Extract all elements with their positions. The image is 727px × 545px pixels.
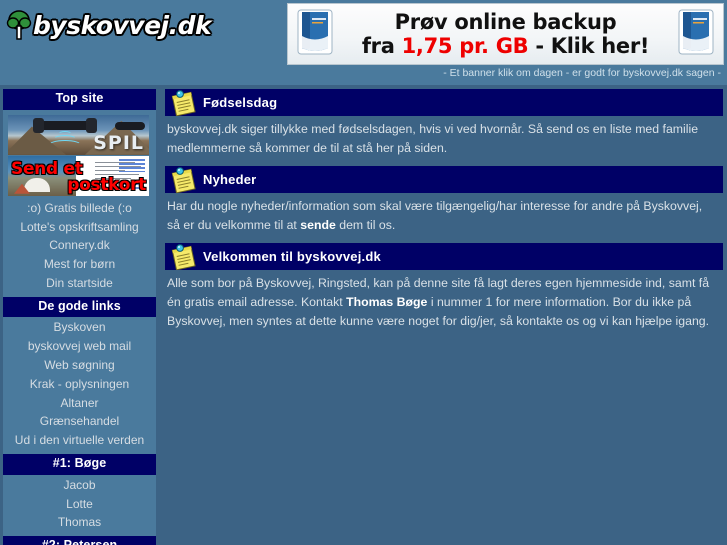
sidebar-link-mest-for-born[interactable]: Mest for børn — [3, 256, 156, 275]
sidebar: Top site SPIL Send et postkort:o) Grati… — [0, 85, 159, 545]
banner-tagline: - Et banner klik om dagen - er godt for … — [443, 67, 721, 79]
sidebar-link-altaner[interactable]: Altaner — [3, 395, 156, 414]
sidebar-link-graensehandel[interactable]: Grænsehandel — [3, 413, 156, 432]
sidebar-section-top-site: Top site SPIL Send et postkort:o) Grati… — [3, 89, 156, 297]
tree-icon — [6, 10, 32, 40]
ad-line-2-post: - Klik her! — [528, 34, 650, 58]
content-block-body: Alle som bor på Byskovvej, Ringsted, kan… — [165, 270, 723, 340]
content-block-body: byskovvej.dk siger tillykke med fødselsd… — [165, 116, 723, 167]
sidebar-section-petersen: #2: Petersen Daniel — [3, 536, 156, 545]
content-block-body: Har du nogle nyheder/information som ska… — [165, 193, 723, 244]
sidebar-link-byskoven[interactable]: Byskoven — [3, 319, 156, 338]
ad-line-1: Prøv online backup — [394, 9, 617, 34]
content-block-header: Velkommen til byskovvej.dk — [165, 243, 723, 271]
ad-banner[interactable]: Prøv online backup fra 1,75 pr. GB - Kli… — [287, 3, 724, 65]
spil-banner[interactable]: SPIL — [8, 114, 149, 155]
spil-banner-label: SPIL — [93, 131, 144, 154]
software-box-icon — [292, 6, 338, 63]
top-site-thumbnails: SPIL Send et postkort — [3, 112, 156, 200]
sidebar-link-lottes-opskriftsamling[interactable]: Lotte's opskriftsamling — [3, 219, 156, 238]
body-text-pre: Har du nogle nyheder/information som ska… — [167, 199, 703, 233]
sidebar-section-title: #2: Petersen — [3, 536, 156, 545]
sidebar-section-de-gode-links: De gode links Byskoven byskovvej web mai… — [3, 296, 156, 455]
main-content: Fødselsdag byskovvej.dk siger tillykke m… — [165, 85, 727, 545]
ad-line-2: fra 1,75 pr. GB - Klik her! — [338, 35, 673, 57]
notepad-icon — [169, 90, 199, 117]
page-root: byskovvej.dk Prøv online backup fra 1,75… — [0, 0, 727, 545]
content-block-title: Nyheder — [203, 172, 257, 188]
body-text-pre: byskovvej.dk siger tillykke med fødselsd… — [167, 122, 699, 156]
sidebar-link-gratis-billede[interactable]: :o) Gratis billede (:o — [3, 200, 156, 219]
sidebar-link-lotte[interactable]: Lotte — [3, 496, 156, 515]
ad-banner-text: Prøv online backup fra 1,75 pr. GB - Kli… — [338, 11, 673, 57]
notepad-icon — [169, 244, 199, 271]
sidebar-link-krak[interactable]: Krak - oplysningen — [3, 376, 156, 395]
sidebar-link-thomas[interactable]: Thomas — [3, 514, 156, 533]
notepad-icon — [169, 167, 199, 194]
sidebar-link-virtuelle-verden[interactable]: Ud i den virtuelle verden — [3, 432, 156, 451]
content-block-title: Velkommen til byskovvej.dk — [203, 249, 381, 265]
top-bar: byskovvej.dk Prøv online backup fra 1,75… — [0, 0, 727, 85]
sidebar-link-web-mail[interactable]: byskovvej web mail — [3, 338, 156, 357]
sidebar-section-boge: #1: Bøge Jacob Lotte Thomas — [3, 454, 156, 537]
sidebar-link-web-sogning[interactable]: Web søgning — [3, 357, 156, 376]
content-block-title: Fødselsdag — [203, 95, 278, 110]
sidebar-link-jacob[interactable]: Jacob — [3, 477, 156, 496]
body-row: Top site SPIL Send et postkort:o) Grati… — [0, 85, 727, 545]
ad-price: 1,75 pr. GB — [401, 34, 529, 58]
body-link-thomas-boge[interactable]: Thomas Bøge — [346, 295, 427, 309]
sidebar-section-title: Top site — [3, 89, 156, 110]
content-block-header: Fødselsdag — [165, 89, 723, 117]
postkort-banner[interactable]: Send et postkort — [8, 155, 149, 196]
content-block-velkommen: Velkommen til byskovvej.dk Alle som bor … — [165, 243, 723, 340]
postkort-label-line2: postkort — [67, 174, 146, 195]
ad-line-2-pre: fra — [361, 34, 402, 58]
sidebar-link-connery[interactable]: Connery.dk — [3, 237, 156, 256]
body-text-post: dem til os. — [335, 218, 396, 233]
content-block-header: Nyheder — [165, 166, 723, 194]
content-block-fodselsdag: Fødselsdag byskovvej.dk siger tillykke m… — [165, 89, 723, 167]
content-block-nyheder: Nyheder Har du nogle nyheder/information… — [165, 166, 723, 244]
body-link-sende[interactable]: sende — [300, 218, 336, 232]
sidebar-section-title: #1: Bøge — [3, 454, 156, 475]
site-logo[interactable]: byskovvej.dk — [6, 8, 212, 42]
sidebar-link-din-startside[interactable]: Din startside — [3, 275, 156, 294]
sidebar-section-title: De gode links — [3, 296, 156, 318]
site-logo-text: byskovvej.dk — [33, 10, 212, 40]
software-box-icon-2 — [673, 6, 719, 63]
